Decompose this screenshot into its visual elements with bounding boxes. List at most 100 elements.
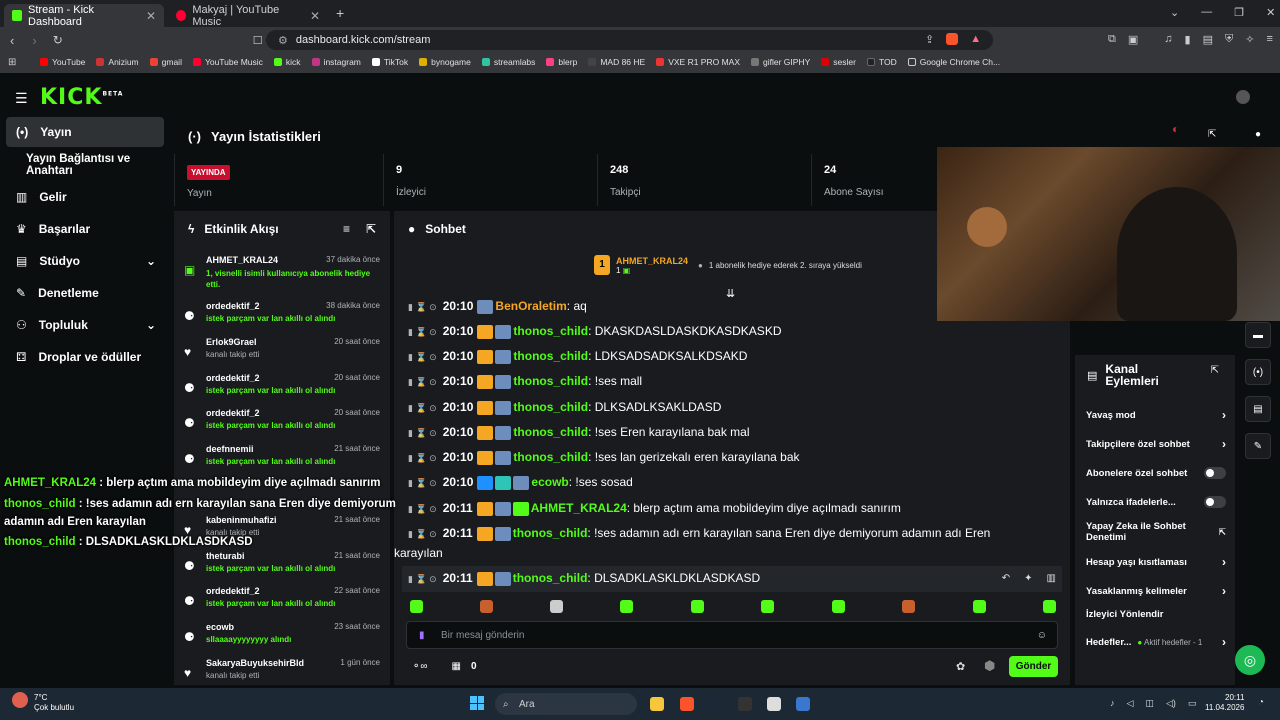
store-icon[interactable]: ▦ [452, 661, 461, 672]
sidebar-item-studyo[interactable]: ▤ Stüdyo ⌄ [6, 246, 164, 276]
bookmark-item[interactable]: gifler GIPHY [751, 57, 810, 67]
bookmark-item[interactable]: YouTube Music [192, 57, 263, 67]
bookmark-item[interactable]: VXE R1 PRO MAX [656, 57, 740, 67]
popout-icon[interactable]: ⇱ [1208, 129, 1216, 140]
sub-only-toggle[interactable] [1204, 467, 1226, 479]
close-tab-icon[interactable]: ✕ [146, 9, 156, 23]
action-ai-moderation[interactable]: Yapay Zeka ile Sohbet Denetimi ⇱ [1086, 521, 1226, 543]
chat-rail-icon[interactable]: ▬ [1245, 322, 1271, 348]
site-info-icon[interactable]: ⚙ [278, 34, 288, 47]
emote-icon[interactable] [1043, 600, 1056, 613]
action-goals[interactable]: Hedefler... ● Aktif hedefler - 1 › [1086, 635, 1226, 649]
menu-icon[interactable]: ≡ [1266, 33, 1272, 46]
emote-icon[interactable] [550, 600, 563, 613]
file-explorer-icon[interactable] [650, 697, 664, 711]
bookmark-item[interactable]: TOD [866, 57, 897, 67]
bookmark-item[interactable]: instagram [311, 57, 361, 67]
bookmark-item[interactable]: sesler [821, 57, 856, 67]
bookmark-item[interactable]: kick [273, 57, 301, 67]
sidebar-item-droplar[interactable]: ⚃ Droplar ve ödüller [6, 342, 164, 372]
speaker-icon[interactable]: ◁ [1127, 698, 1134, 709]
share-icon[interactable]: ⇪ [925, 33, 934, 46]
mic-icon[interactable]: ▮ [419, 630, 425, 641]
brave-icon[interactable] [680, 697, 694, 711]
emote-icon[interactable] [832, 600, 845, 613]
bookmark-item[interactable]: gmail [149, 57, 182, 67]
vpn-icon[interactable]: ⛨ [1225, 33, 1233, 46]
info-icon[interactable]: ● [1255, 129, 1261, 140]
steam-icon[interactable] [709, 697, 723, 711]
sidebar-item-denetleme[interactable]: ✎ Denetleme [6, 278, 164, 308]
wallet-icon[interactable]: ▤ [1203, 33, 1213, 46]
battery-icon[interactable]: ▭ [1188, 698, 1197, 709]
sidebar-item-stream-key[interactable]: Yayın Bağlantısı ve Anahtarı [16, 150, 174, 180]
settings-icon[interactable]: ✿ [956, 660, 965, 673]
sidebar-item-topluluk[interactable]: ⚇ Topluluk ⌄ [6, 310, 164, 340]
epic-games-icon[interactable] [738, 697, 752, 711]
sidebar-item-basarilar[interactable]: ♛ Başarılar [6, 214, 164, 244]
url-bar[interactable]: ⚙ dashboard.kick.com/stream [266, 30, 993, 50]
bookmark-item[interactable]: streamlabs [481, 57, 535, 67]
mod-rail-icon[interactable]: ✎ [1245, 433, 1271, 459]
emote-icon[interactable] [410, 600, 423, 613]
tab-youtube-music[interactable]: Makyaj | YouTube Music ✕ [168, 4, 328, 28]
network-icon[interactable]: ◫ [1145, 698, 1154, 709]
action-follower-only[interactable]: Takipçilere özel sohbet › [1086, 437, 1226, 451]
action-slow-mode[interactable]: Yavaş mod › [1086, 408, 1226, 422]
actions-rail-icon[interactable]: ▤ [1245, 396, 1271, 422]
emoji-icon[interactable]: ☺ [1037, 630, 1047, 641]
store-icon[interactable] [767, 697, 781, 711]
pin-icon[interactable]: ✦ [1024, 566, 1032, 591]
tab-kick-dashboard[interactable]: Stream - Kick Dashboard ✕ [4, 4, 164, 28]
broadcast-rail-icon[interactable]: (•) [1245, 359, 1271, 385]
brave-rewards-icon[interactable]: ▲ [970, 33, 981, 46]
action-sub-only[interactable]: Abonelere özel sohbet [1086, 467, 1226, 479]
send-button[interactable]: Gönder [1009, 656, 1058, 677]
media-icon[interactable]: ♫ [1164, 33, 1172, 46]
back-icon[interactable]: ‹ [10, 33, 14, 48]
weather-widget[interactable]: 7°C Çok bulutlu [34, 693, 74, 713]
action-banned-words[interactable]: Yasaklanmış kelimeler › [1086, 584, 1226, 598]
tab-search-icon[interactable]: ⌄ [1170, 6, 1179, 19]
notification-icon[interactable]: ◔ [1258, 697, 1264, 708]
ai-icon[interactable]: ✧ [1245, 33, 1254, 46]
apps-icon[interactable]: ⊞ [8, 57, 16, 68]
extensions-icon[interactable]: ⧉ [1108, 33, 1116, 46]
popout-icon[interactable]: ⇱ [366, 222, 376, 236]
bookmark-item[interactable]: Anizium [96, 57, 139, 67]
bookmark-item[interactable]: bynogame [419, 57, 471, 67]
volume-icon[interactable]: ◁) [1166, 698, 1176, 709]
action-emote-only[interactable]: Yalnızca ifadelerle... [1086, 496, 1226, 508]
chat-input[interactable]: ▮ Bir mesaj gönderin ☺ [406, 621, 1058, 649]
hamburger-menu-icon[interactable]: ☰ [15, 90, 28, 107]
reload-icon[interactable]: ↻ [53, 33, 63, 47]
app-icon[interactable] [796, 697, 810, 711]
screenshot-icon[interactable]: ▣ [1128, 33, 1138, 46]
bookmark-folder[interactable]: Google Chrome Ch... [907, 57, 1000, 67]
mod-shield-icon[interactable]: ⬢ [984, 658, 995, 674]
emote-icon[interactable] [691, 600, 704, 613]
bookmark-item[interactable]: MAD 86 HE [588, 57, 645, 67]
bookmark-item[interactable]: blerp [546, 57, 577, 67]
channel-points-icon[interactable]: ⚬∞ [412, 661, 428, 672]
emote-icon[interactable] [761, 600, 774, 613]
emote-icon[interactable] [902, 600, 915, 613]
filter-icon[interactable]: ≡ [343, 222, 350, 236]
support-chat-icon[interactable]: ◎ [1235, 645, 1265, 675]
sidebar-item-gelir[interactable]: ▥ Gelir [6, 182, 164, 212]
kick-logo[interactable]: KICKBETA [40, 85, 123, 110]
emote-icon[interactable] [973, 600, 986, 613]
close-window-icon[interactable]: ✕ [1266, 6, 1275, 19]
start-icon[interactable] [470, 696, 484, 710]
bookmark-item[interactable]: YouTube [40, 57, 85, 67]
reply-icon[interactable]: ↶ [1002, 566, 1010, 591]
brave-shield-icon[interactable] [946, 33, 959, 45]
taskbar-search[interactable]: ⌕ Ara [495, 693, 637, 715]
minimize-icon[interactable]: — [1201, 6, 1212, 19]
bookmark-icon[interactable]: ☐ [253, 34, 263, 47]
action-account-age[interactable]: Hesap yaşı kısıtlaması › [1086, 555, 1226, 569]
sidebar-item-yayin[interactable]: (•) Yayın [6, 117, 164, 147]
delete-icon[interactable]: ▥ [1047, 566, 1056, 591]
emote-icon[interactable] [480, 600, 493, 613]
forward-icon[interactable]: › [32, 33, 36, 48]
